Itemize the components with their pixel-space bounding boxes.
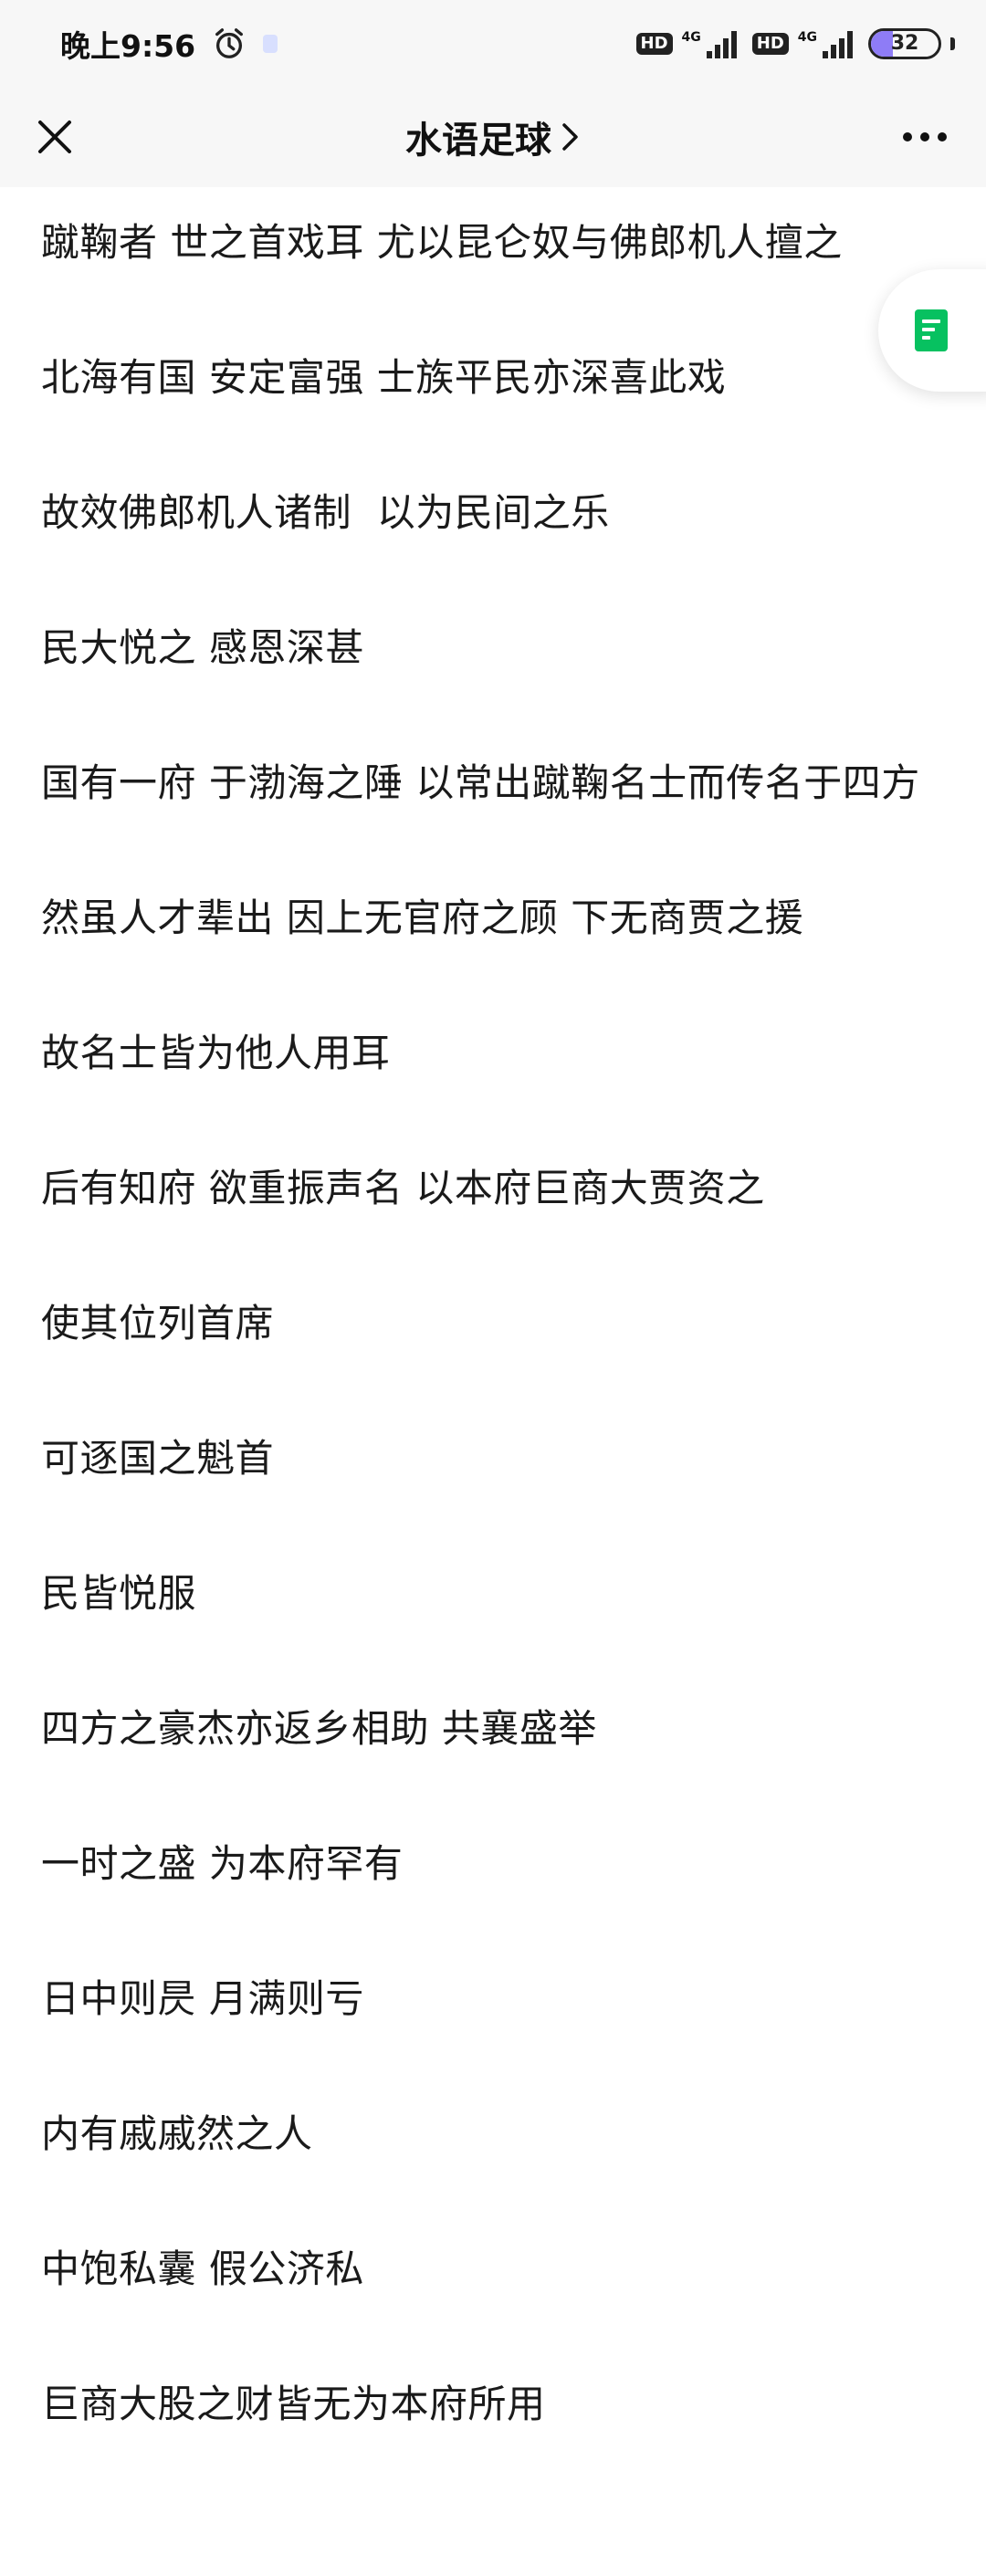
status-left: 晚上9:56 — [60, 22, 278, 66]
article-line: 北海有国 安定富强 士族平民亦深喜此戏 — [41, 355, 727, 400]
article-line: 国有一府 于渤海之陲 以常出蹴鞠名士而传名于四方 — [41, 760, 920, 805]
article-line: 巨商大股之财皆无为本府所用 — [41, 2382, 546, 2426]
article-line: 一时之盛 为本府罕有 — [41, 1841, 404, 1886]
close-icon — [38, 120, 71, 153]
hd-badge-2: HD — [751, 32, 789, 55]
chevron-right-icon — [561, 121, 581, 152]
article-line: 故效佛郎机人诸制 以为民间之乐 — [41, 490, 610, 535]
notification-icon — [263, 34, 278, 53]
battery-icon: 32 — [868, 27, 941, 59]
article-line: 蹴鞠者 世之首戏耳 尤以昆仑奴与佛郎机人擅之 — [41, 220, 843, 265]
more-dot — [903, 132, 912, 141]
network-label-1: 4G — [681, 29, 701, 45]
article-line: 内有戚戚然之人 — [41, 2111, 313, 2156]
article-line: 后有知府 欲重振声名 以本府巨商大贾资之 — [41, 1166, 765, 1210]
article-line: 日中则昃 月满则亏 — [41, 1976, 364, 2021]
signal-icon — [705, 27, 743, 60]
signal-icon-2 — [821, 27, 859, 60]
network-block-2: 4G — [798, 27, 859, 60]
nav-bar: 水语足球 — [0, 87, 986, 187]
hd-badge-1: HD — [635, 32, 673, 55]
status-bar: 晚上9:56 HD 4G HD 4G 32 — [0, 0, 986, 87]
status-time: 晚上9:56 — [60, 27, 196, 64]
close-button[interactable] — [27, 110, 82, 164]
status-right: HD 4G HD 4G 32 — [635, 27, 955, 60]
article-line: 故名士皆为他人用耳 — [41, 1031, 391, 1075]
article-line: 民大悦之 感恩深甚 — [41, 625, 364, 670]
account-title: 水语足球 — [405, 120, 551, 162]
network-label-2: 4G — [797, 29, 817, 45]
battery-cap — [950, 37, 955, 50]
document-icon — [915, 309, 948, 351]
nav-title-wrap: 水语足球 — [0, 87, 986, 187]
more-icon[interactable] — [893, 114, 957, 160]
article-line: 然虽人才辈出 因上无官府之顾 下无商贾之援 — [41, 895, 804, 940]
article-line: 可逐国之魁首 — [41, 1436, 275, 1481]
more-dot — [938, 132, 947, 141]
battery-fill — [871, 30, 893, 57]
article-content: 蹴鞠者 世之首戏耳 尤以昆仑奴与佛郎机人擅之 北海有国 安定富强 士族平民亦深喜… — [41, 187, 954, 2506]
alarm-icon — [212, 26, 246, 61]
article-line: 四方之豪杰亦返乡相助 共襄盛举 — [41, 1706, 597, 1751]
more-dot — [920, 132, 929, 141]
battery-level: 32 — [890, 32, 919, 55]
article-line: 使其位列首席 — [41, 1301, 275, 1346]
article-line: 中饱私囊 假公济私 — [41, 2246, 364, 2291]
network-block-1: 4G — [682, 27, 743, 60]
article-line: 民皆悦服 — [41, 1571, 197, 1616]
account-title-link[interactable]: 水语足球 — [405, 110, 581, 163]
